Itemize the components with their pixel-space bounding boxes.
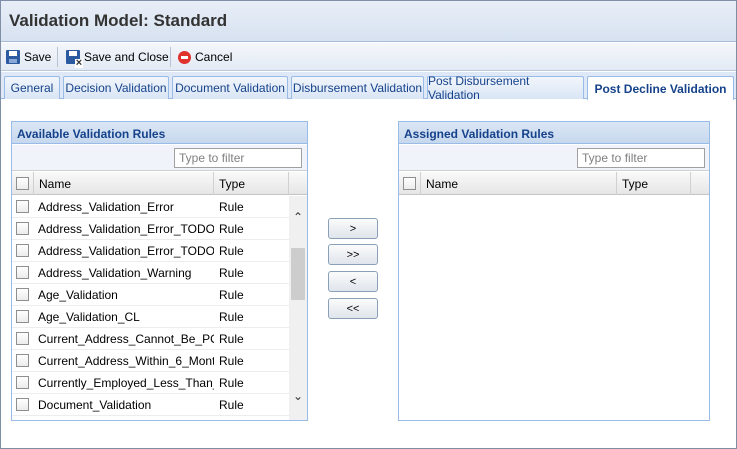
rule-name: Current_Address_Within_6_Months — [38, 354, 214, 368]
available-panel-title: Available Validation Rules — [17, 127, 166, 141]
rule-name: Current_Address_Cannot_Be_PO... — [38, 332, 214, 346]
tab-document-validation[interactable]: Document Validation — [172, 76, 288, 99]
save-button[interactable]: Save — [6, 48, 51, 66]
table-row[interactable]: Document_Validation Rule — [12, 394, 289, 416]
type-column-header[interactable]: Type — [214, 172, 289, 195]
assigned-panel-header: Assigned Validation Rules — [399, 122, 709, 144]
rule-type: Rule — [219, 398, 244, 412]
table-row[interactable]: Address_Validation_Error_TODO... Rule — [12, 240, 289, 262]
available-rules-list: Address_Validation_Error Rule Address_Vali… — [12, 196, 289, 420]
select-all-column — [12, 172, 34, 195]
rule-type: Rule — [219, 354, 244, 368]
cancel-icon — [178, 50, 191, 64]
tab-post-disbursement-validation[interactable]: Post Disbursement Validation — [427, 74, 584, 102]
table-row[interactable]: Currently_Employed_Less_Than_... Rule — [12, 372, 289, 394]
rule-type: Rule — [219, 310, 244, 324]
rule-name: Currently_Employed_Less_Than_... — [38, 376, 214, 390]
scroll-down-icon[interactable]: ⌄ — [291, 389, 305, 403]
row-checkbox[interactable] — [16, 200, 29, 213]
tab-general[interactable]: General — [4, 76, 60, 99]
name-column-header[interactable]: Name — [34, 172, 214, 195]
available-filter-input[interactable] — [174, 148, 302, 168]
add-all-button[interactable]: >> — [328, 244, 378, 265]
row-checkbox[interactable] — [16, 376, 29, 389]
scroll-up-icon[interactable]: ⌃ — [291, 210, 305, 224]
select-all-checkbox[interactable] — [403, 177, 416, 190]
save-close-icon — [66, 50, 83, 68]
rule-name: Address_Validation_Warning — [38, 266, 192, 280]
assigned-rules-list — [399, 196, 709, 420]
remove-selected-button[interactable]: < — [328, 271, 378, 292]
table-row[interactable]: Address_Validation_Error Rule — [12, 196, 289, 218]
window-title: Validation Model: Standard — [9, 11, 228, 30]
table-row[interactable]: Current_Address_Within_6_Months Rule — [12, 350, 289, 372]
row-checkbox[interactable] — [16, 288, 29, 301]
save-icon — [6, 50, 20, 64]
add-selected-button[interactable]: > — [328, 218, 378, 239]
row-checkbox[interactable] — [16, 354, 29, 367]
row-checkbox[interactable] — [16, 310, 29, 323]
available-scrollbar[interactable]: ⌃ ⌄ — [289, 196, 307, 420]
row-checkbox[interactable] — [16, 244, 29, 257]
table-row[interactable]: Current_Address_Cannot_Be_PO... Rule — [12, 328, 289, 350]
select-all-checkbox[interactable] — [16, 177, 29, 190]
tab-content: Available Validation Rules Name Type Add… — [1, 100, 736, 448]
rule-type: Rule — [219, 222, 244, 236]
row-checkbox[interactable] — [16, 266, 29, 279]
toolbar-separator — [57, 47, 58, 67]
rule-name: Address_Validation_Error_TODO... — [38, 222, 214, 236]
tab-decision-validation[interactable]: Decision Validation — [63, 76, 169, 99]
assigned-filter-bar — [399, 145, 709, 171]
rule-type: Rule — [219, 332, 244, 346]
tab-post-decline-validation[interactable]: Post Decline Validation — [587, 76, 734, 100]
rule-type: Rule — [219, 266, 244, 280]
table-row[interactable]: Age_Validation_CL Rule — [12, 306, 289, 328]
rule-type: Rule — [219, 376, 244, 390]
select-all-column — [399, 172, 421, 195]
row-checkbox[interactable] — [16, 222, 29, 235]
rule-name: Age_Validation_CL — [38, 310, 140, 324]
table-row[interactable]: Age_Validation Rule — [12, 284, 289, 306]
rule-name: Document_Validation — [38, 398, 152, 412]
toolbar: Save Save and Close Cancel — [1, 43, 736, 71]
available-rules-panel: Available Validation Rules Name Type Add… — [11, 121, 308, 421]
tab-disbursement-validation[interactable]: Disbursement Validation — [291, 76, 424, 99]
scroll-thumb[interactable] — [291, 248, 305, 300]
assigned-grid-header: Name Type — [399, 172, 709, 195]
cancel-label: Cancel — [195, 50, 233, 64]
row-checkbox[interactable] — [16, 398, 29, 411]
rule-name: Address_Validation_Error_TODO... — [38, 244, 214, 258]
rule-type: Rule — [219, 288, 244, 302]
available-panel-header: Available Validation Rules — [12, 122, 307, 144]
rule-name: Age_Validation — [38, 288, 118, 302]
save-label: Save — [24, 50, 52, 64]
validation-model-window: Validation Model: Standard Save Save and… — [0, 0, 737, 449]
available-grid-header: Name Type — [12, 172, 307, 195]
available-filter-bar — [12, 145, 307, 171]
name-column-header[interactable]: Name — [421, 172, 617, 195]
toolbar-separator — [170, 47, 171, 67]
tab-strip: General Decision Validation Document Val… — [1, 72, 736, 102]
assigned-panel-title: Assigned Validation Rules — [404, 127, 555, 141]
remove-all-button[interactable]: << — [328, 298, 378, 319]
cancel-button[interactable]: Cancel — [178, 48, 232, 66]
type-column-header[interactable]: Type — [617, 172, 691, 195]
table-row[interactable]: Address_Validation_Warning Rule — [12, 262, 289, 284]
assigned-filter-input[interactable] — [577, 148, 705, 168]
rule-type: Rule — [219, 200, 244, 214]
title-bar: Validation Model: Standard — [1, 1, 736, 42]
assigned-rules-panel: Assigned Validation Rules Name Type — [398, 121, 710, 421]
rule-type: Rule — [219, 244, 244, 258]
table-row[interactable]: Address_Validation_Error_TODO... Rule — [12, 218, 289, 240]
row-checkbox[interactable] — [16, 332, 29, 345]
rule-name: Address_Validation_Error — [38, 200, 174, 214]
save-and-close-button[interactable]: Save and Close — [66, 48, 169, 68]
save-and-close-label: Save and Close — [84, 50, 169, 64]
